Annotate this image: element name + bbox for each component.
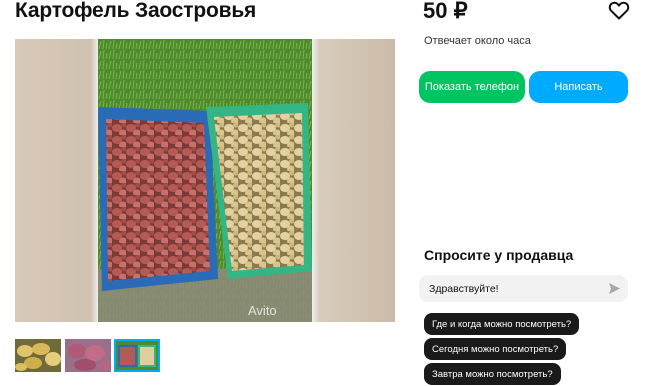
thumbnail-3-active[interactable] — [114, 339, 160, 372]
listing-title: Картофель Заостровья — [15, 0, 257, 22]
show-phone-button[interactable]: Показать телефон — [419, 71, 525, 103]
thumbnail-2[interactable] — [65, 339, 111, 372]
favorite-button[interactable] — [607, 0, 631, 22]
listing-price: 50 ₽ — [423, 0, 468, 23]
write-message-button[interactable]: Написать — [529, 71, 628, 103]
photo-gallery[interactable]: Avito — [15, 39, 395, 322]
send-arrow-icon[interactable] — [609, 283, 620, 294]
potatoes-crates-thumbnail — [116, 341, 158, 370]
quick-question-chip[interactable]: Завтра можно посмотреть? — [424, 363, 561, 385]
seller-response-time: Отвечает около часа — [424, 35, 531, 47]
red-potatoes-sack-thumbnail — [65, 339, 111, 372]
message-field[interactable] — [419, 275, 628, 302]
quick-question-chip[interactable]: Сегодня можно посмотреть? — [424, 338, 567, 360]
quick-question-chip[interactable]: Где и когда можно посмотреть? — [424, 313, 580, 335]
heart-outline-icon — [608, 1, 630, 20]
message-input[interactable] — [429, 282, 599, 295]
advertisement-placeholder — [412, 120, 644, 220]
thumbnail-1[interactable] — [15, 339, 61, 372]
yellow-potatoes-thumbnail — [15, 339, 61, 372]
potatoes-in-crates-photo: Avito — [98, 39, 312, 322]
avito-watermark: Avito — [248, 303, 277, 318]
ask-seller-title: Спросите у продавца — [424, 247, 574, 263]
